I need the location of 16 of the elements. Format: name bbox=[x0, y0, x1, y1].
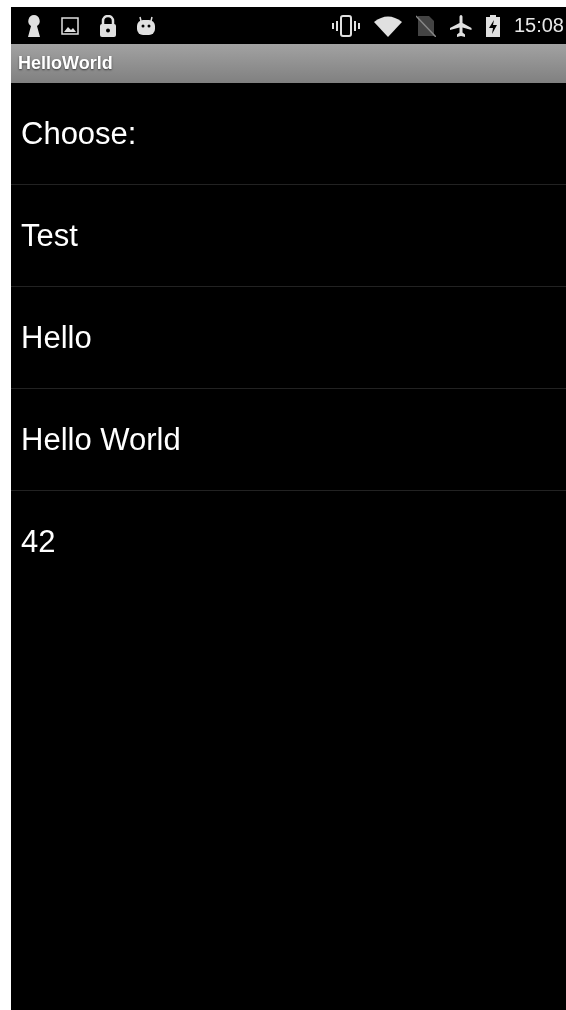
airplane-icon bbox=[449, 14, 472, 37]
lock-icon bbox=[99, 14, 117, 37]
keyhole-icon bbox=[27, 14, 41, 37]
app-title: HelloWorld bbox=[18, 53, 113, 74]
list-item[interactable]: Choose: bbox=[21, 115, 137, 152]
list-item[interactable]: Test bbox=[21, 217, 78, 254]
list-item[interactable]: Hello World bbox=[21, 421, 181, 458]
wifi-icon bbox=[373, 14, 402, 37]
charging-battery-icon bbox=[485, 14, 500, 37]
android-icon bbox=[137, 15, 155, 36]
clock-time: 15:08 bbox=[513, 14, 564, 37]
vibrate-icon bbox=[331, 14, 360, 37]
list-item[interactable]: Hello bbox=[21, 319, 92, 356]
image-icon bbox=[61, 16, 79, 35]
no-sim-icon bbox=[415, 14, 436, 37]
list-item[interactable]: 42 bbox=[21, 523, 56, 560]
